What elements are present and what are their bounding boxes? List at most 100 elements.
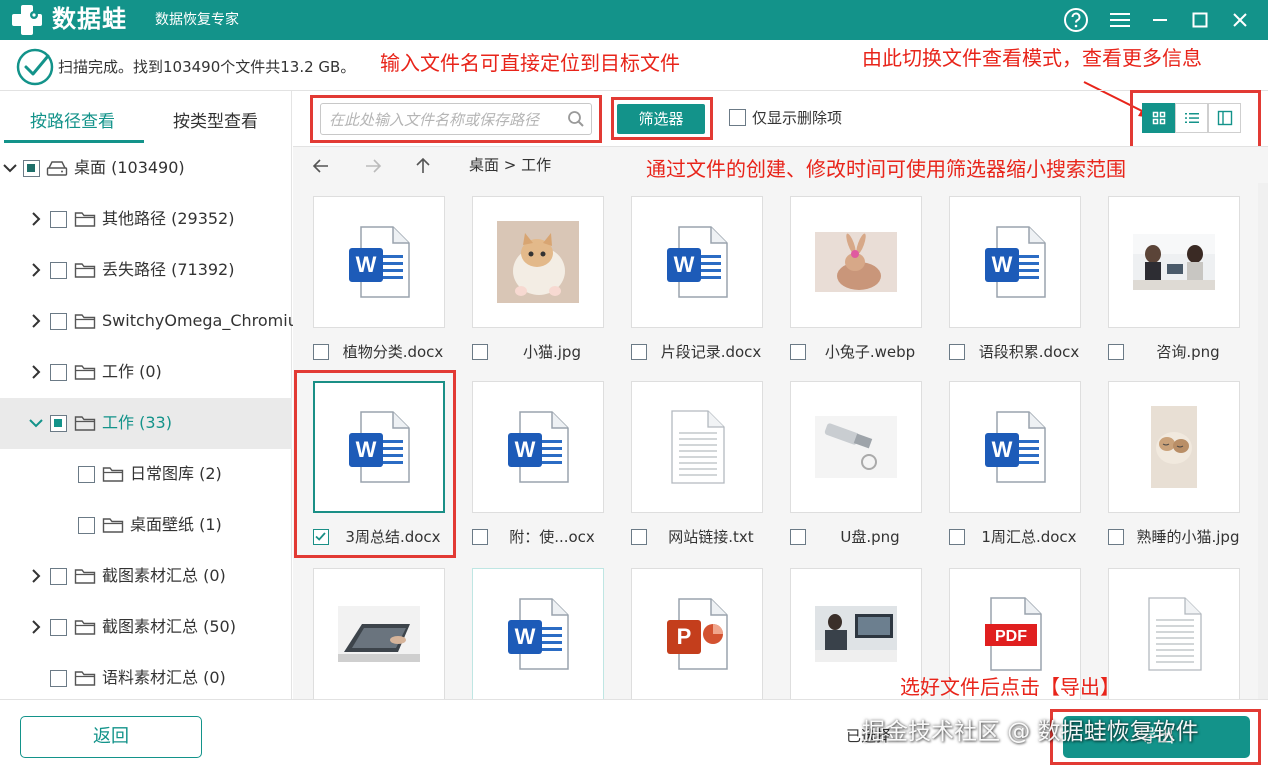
tab-by-type[interactable]: 按类型查看 (173, 111, 258, 133)
tree-item[interactable]: 语料素材汇总 (0) (0, 653, 292, 704)
annotation-box-search (310, 95, 602, 143)
word-file-icon: W (985, 411, 1046, 483)
file-name: 片段记录.docx (660, 343, 762, 361)
tree-item-checkbox[interactable] (50, 313, 67, 330)
file-tile[interactable]: W (472, 568, 604, 699)
kitten-photo-thumbnail (497, 221, 579, 303)
file-tile[interactable]: W (313, 196, 445, 328)
annotation-view-hint: 由此切换文件查看模式，查看更多信息 (862, 46, 1202, 70)
tab-by-path[interactable]: 按路径查看 (30, 111, 115, 133)
file-checkbox[interactable] (313, 344, 329, 360)
file-checkbox[interactable] (472, 529, 488, 545)
menu-button[interactable] (1106, 6, 1134, 34)
close-button[interactable] (1226, 6, 1254, 34)
laptop-photo-thumbnail (338, 606, 420, 662)
tree-item-checkbox[interactable] (78, 517, 95, 534)
folder-icon (74, 212, 96, 227)
tree-item-checkbox[interactable] (50, 211, 67, 228)
file-name: 熟睡的小猫.jpg (1136, 528, 1240, 546)
tree-item[interactable]: 工作 (33) (0, 398, 292, 449)
chevron-right-icon[interactable] (28, 568, 44, 584)
file-checkbox[interactable] (631, 529, 647, 545)
svg-text:W: W (992, 437, 1013, 462)
file-tile[interactable]: W (949, 196, 1081, 328)
folder-icon (74, 263, 96, 278)
svg-text:P: P (677, 624, 692, 649)
tree-item[interactable]: 桌面壁纸 (1) (0, 500, 292, 551)
file-checkbox[interactable] (631, 344, 647, 360)
file-tile[interactable]: W (472, 381, 604, 513)
tree-item-label: 工作 (33) (102, 413, 172, 432)
file-checkbox[interactable] (949, 529, 965, 545)
tree-item-checkbox[interactable] (50, 364, 67, 381)
tree-item-checkbox[interactable] (50, 415, 67, 432)
tree-item-checkbox[interactable] (50, 619, 67, 636)
tree-item-label: 语料素材汇总 (0) (102, 668, 226, 687)
file-tile[interactable] (313, 568, 445, 699)
file-tile[interactable] (1108, 196, 1240, 328)
svg-text:W: W (356, 252, 377, 277)
tree-item-label: 截图素材汇总 (0) (102, 566, 226, 585)
tree-item-label: 日常图库 (2) (130, 464, 222, 483)
grid-scrollbar[interactable] (1258, 183, 1268, 699)
tree-item[interactable]: 工作 (0) (0, 347, 292, 398)
file-checkbox[interactable] (472, 344, 488, 360)
tree-item-label: SwitchyOmega_Chromium (102, 311, 314, 330)
file-tile[interactable] (790, 381, 922, 513)
minimize-button[interactable] (1146, 6, 1174, 34)
svg-text:W: W (674, 252, 695, 277)
file-tile[interactable] (472, 196, 604, 328)
tree-item[interactable]: 截图素材汇总 (50) (0, 602, 292, 653)
file-tile[interactable]: P (631, 568, 763, 699)
file-name: 小兔子.webp (824, 343, 916, 361)
tree-item-checkbox[interactable] (50, 568, 67, 585)
folder-icon (74, 671, 96, 686)
tree-item-checkbox[interactable] (23, 160, 40, 177)
file-checkbox[interactable] (790, 529, 806, 545)
file-tile[interactable] (790, 196, 922, 328)
chevron-right-icon[interactable] (28, 619, 44, 635)
only-deleted-checkbox[interactable] (729, 109, 746, 126)
tree-item-checkbox[interactable] (78, 466, 95, 483)
chevron-right-icon[interactable] (28, 364, 44, 380)
tree-item-checkbox[interactable] (50, 670, 67, 687)
chevron-down-icon[interactable] (2, 160, 18, 176)
arrow-up-icon[interactable] (413, 156, 433, 176)
tree-item[interactable]: 丢失路径 (71392) (0, 245, 292, 296)
file-tile[interactable]: W (949, 381, 1081, 513)
file-tile[interactable] (1108, 381, 1240, 513)
help-button[interactable] (1062, 6, 1090, 34)
file-tile[interactable] (631, 381, 763, 513)
file-checkbox[interactable] (790, 344, 806, 360)
tree-item-label: 丢失路径 (71392) (102, 260, 235, 279)
tree-item[interactable]: SwitchyOmega_Chromium (0, 296, 313, 347)
arrow-left-icon[interactable] (311, 156, 331, 176)
drive-icon (46, 161, 68, 176)
word-file-icon: W (667, 226, 728, 298)
file-checkbox[interactable] (1108, 344, 1124, 360)
chevron-right-icon[interactable] (28, 211, 44, 227)
file-tile[interactable]: W (631, 196, 763, 328)
file-checkbox[interactable] (1108, 529, 1124, 545)
file-tile[interactable] (1108, 568, 1240, 699)
pdf-file-icon: PDF (985, 597, 1042, 671)
chevron-down-icon[interactable] (28, 415, 44, 431)
file-name: 植物分类.docx (342, 343, 444, 361)
annotation-box-selected-file (294, 370, 456, 558)
word-file-icon: W (349, 226, 410, 298)
tree-item-label: 工作 (0) (102, 362, 162, 381)
maximize-icon (1192, 12, 1208, 28)
chevron-right-icon[interactable] (28, 262, 44, 278)
tree-item-checkbox[interactable] (50, 262, 67, 279)
maximize-button[interactable] (1186, 6, 1214, 34)
chevron-right-icon[interactable] (28, 313, 44, 329)
menu-icon (1110, 13, 1130, 27)
file-checkbox[interactable] (949, 344, 965, 360)
arrow-right-icon[interactable] (363, 156, 383, 176)
tree-item[interactable]: 桌面 (103490) (0, 143, 292, 194)
tree-item[interactable]: 其他路径 (29352) (0, 194, 292, 245)
file-name: 语段积累.docx (978, 343, 1080, 361)
back-button[interactable]: 返回 (20, 716, 202, 758)
tree-item[interactable]: 日常图库 (2) (0, 449, 292, 500)
tree-item[interactable]: 截图素材汇总 (0) (0, 551, 292, 602)
